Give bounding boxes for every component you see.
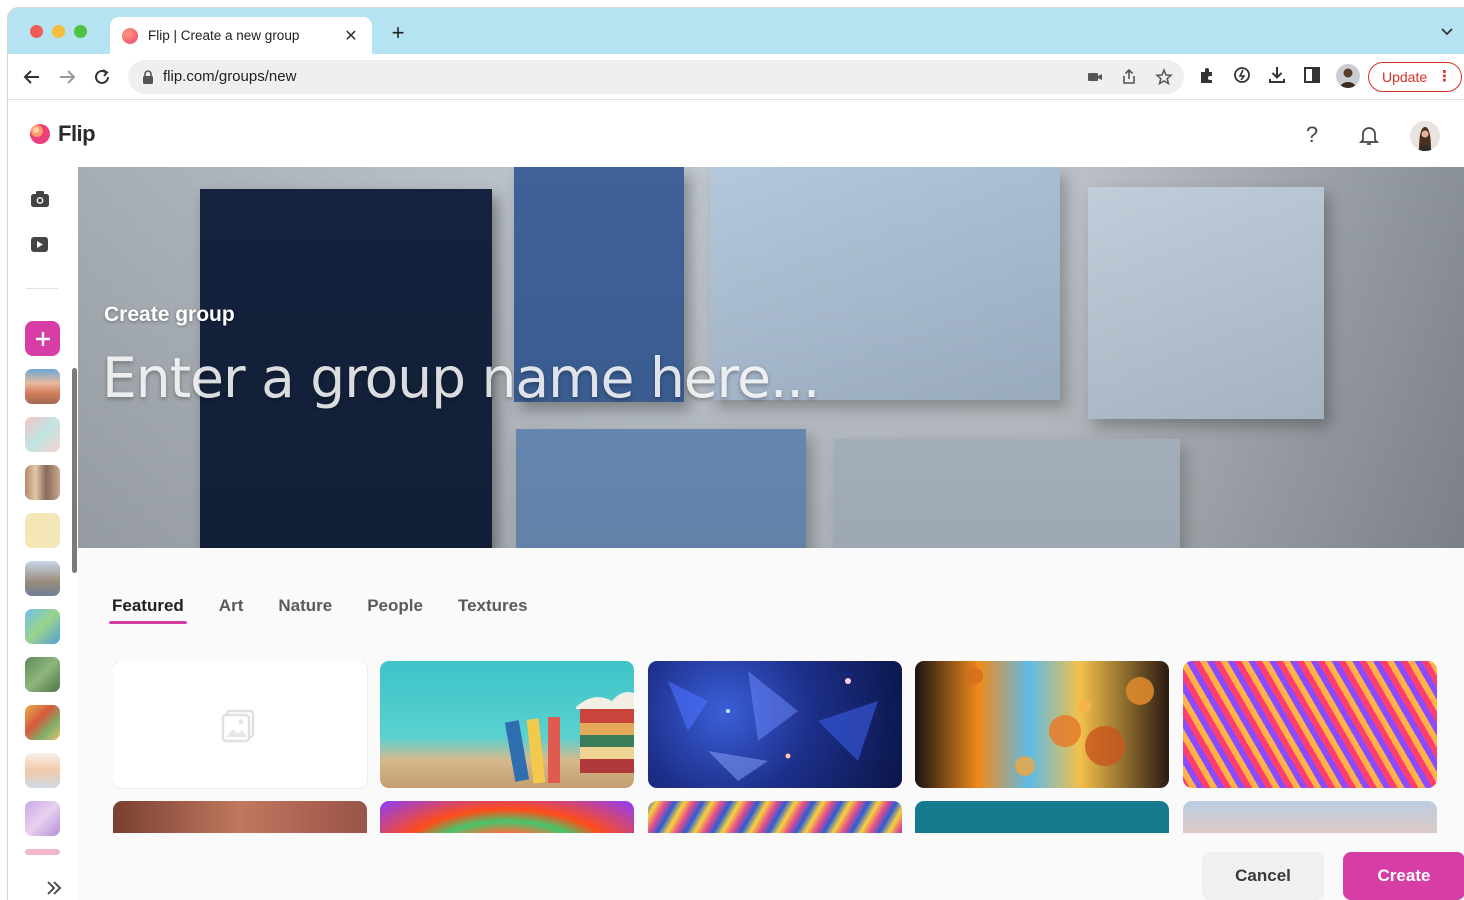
sidebar-scrollbar[interactable]	[72, 368, 77, 573]
cover-image: Create group	[78, 167, 1464, 548]
sidebar-group-thumb[interactable]	[25, 561, 60, 596]
close-window-button[interactable]	[30, 25, 43, 38]
group-name-input[interactable]	[102, 342, 1082, 414]
browser-tab[interactable]: Flip | Create a new group ✕	[110, 17, 372, 54]
star-icon[interactable]	[1155, 68, 1173, 86]
user-avatar[interactable]	[1410, 121, 1440, 151]
upload-cover-tile[interactable]	[113, 661, 367, 788]
back-button[interactable]	[20, 65, 44, 89]
update-label: Update	[1382, 69, 1428, 85]
cancel-button[interactable]: Cancel	[1202, 852, 1324, 900]
sidebar-group-thumb[interactable]	[25, 513, 60, 548]
address-bar[interactable]: flip.com/groups/new	[128, 60, 1184, 94]
sidebar-group-thumb[interactable]	[25, 369, 60, 404]
expand-sidebar-icon[interactable]	[44, 878, 64, 898]
tab-people[interactable]: People	[367, 596, 423, 622]
sidebar-divider	[26, 288, 58, 289]
bell-icon[interactable]	[1357, 123, 1381, 147]
left-sidebar	[8, 167, 78, 900]
cover-option-books[interactable]	[380, 661, 634, 788]
add-group-button[interactable]	[25, 321, 60, 356]
sidebar-group-thumb[interactable]	[25, 849, 60, 855]
cover-option-teal-confetti[interactable]	[915, 801, 1169, 833]
image-placeholder-icon	[221, 709, 255, 742]
forward-button[interactable]	[55, 65, 79, 89]
update-button[interactable]: Update ⋮	[1368, 62, 1462, 92]
sidebar-group-thumb[interactable]	[25, 753, 60, 788]
flip-favicon-icon	[122, 27, 138, 44]
new-tab-button[interactable]: +	[386, 22, 410, 44]
cover-grid	[113, 661, 1443, 833]
person-icon	[1418, 127, 1432, 151]
sidebar-group-thumb[interactable]	[25, 657, 60, 692]
back-arrow-icon	[23, 70, 39, 84]
maximize-window-button[interactable]	[74, 25, 87, 38]
tab-nature[interactable]: Nature	[278, 596, 332, 622]
person-icon	[1340, 68, 1356, 88]
more-menu-icon[interactable]: ⋮	[1437, 69, 1452, 84]
url-text: flip.com/groups/new	[163, 68, 297, 85]
books-illustration	[504, 692, 634, 784]
cover-option-swirl[interactable]	[648, 801, 902, 833]
create-group-label: Create group	[104, 303, 235, 326]
tab-art[interactable]: Art	[219, 596, 244, 622]
cover-category-tabs: Featured Art Nature People Textures	[109, 596, 563, 624]
sidebar-toggle-icon[interactable]	[1302, 65, 1322, 85]
cover-option-rainbow[interactable]	[380, 801, 634, 833]
browser-profile-avatar[interactable]	[1336, 64, 1360, 88]
bubbles-pattern	[967, 668, 1154, 776]
tab-featured[interactable]: Featured	[109, 596, 187, 624]
sidebar-group-thumb[interactable]	[25, 801, 60, 836]
sidebar-group-thumb[interactable]	[25, 705, 60, 740]
chevron-down-icon[interactable]	[1440, 24, 1454, 38]
cover-option-sky[interactable]	[1183, 801, 1437, 833]
crystals-pattern	[668, 671, 878, 781]
cover-option-bubbles[interactable]	[915, 661, 1169, 788]
forward-arrow-icon	[60, 70, 76, 84]
video-icon[interactable]	[29, 233, 51, 255]
help-icon[interactable]: ?	[1300, 123, 1324, 147]
sidebar-group-thumb[interactable]	[25, 417, 60, 452]
browser-window: Flip | Create a new group ✕ + flip.com/g…	[8, 8, 1464, 900]
sidebar-group-thumb[interactable]	[25, 609, 60, 644]
tab-textures[interactable]: Textures	[458, 596, 528, 622]
flip-logo-icon[interactable]	[28, 122, 52, 146]
download-icon[interactable]	[1267, 65, 1287, 85]
minimize-window-button[interactable]	[52, 25, 65, 38]
cover-option-lights[interactable]	[113, 801, 367, 833]
reload-icon	[95, 69, 109, 84]
reload-button[interactable]	[90, 65, 114, 89]
cover-option-stripes[interactable]	[1183, 661, 1437, 788]
share-icon[interactable]	[1120, 68, 1138, 86]
camera-icon[interactable]	[1086, 68, 1104, 86]
extension-refresh-icon[interactable]	[1232, 65, 1252, 85]
tab-strip: Flip | Create a new group ✕ +	[8, 8, 1464, 54]
create-button[interactable]: Create	[1343, 852, 1464, 900]
brand-name[interactable]: Flip	[58, 121, 96, 147]
lock-icon	[143, 70, 153, 84]
camera-icon[interactable]	[29, 188, 51, 210]
close-tab-icon[interactable]: ✕	[342, 26, 360, 46]
cover-picker: Featured Art Nature People Textures Canc…	[78, 548, 1464, 900]
tab-title: Flip | Create a new group	[148, 28, 300, 43]
app-header: Flip ?	[8, 101, 1464, 167]
plus-icon	[35, 331, 50, 346]
cover-option-blue-crystals[interactable]	[648, 661, 902, 788]
puzzle-icon[interactable]	[1197, 65, 1217, 85]
sidebar-group-thumb[interactable]	[25, 465, 60, 500]
